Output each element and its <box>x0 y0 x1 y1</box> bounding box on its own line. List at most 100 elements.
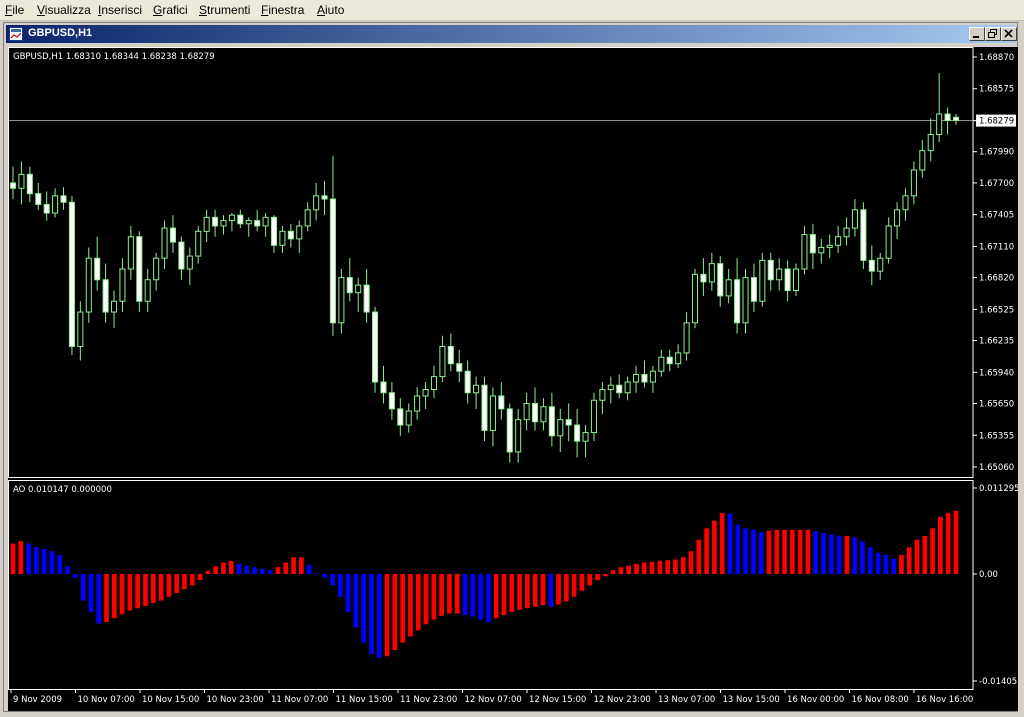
restore-button[interactable] <box>985 27 1001 41</box>
chart-canvas[interactable]: 1.68870 1.68575 1.68279 1.67990 1.67700 1.674… <box>8 47 1018 711</box>
candle-body <box>422 389 429 397</box>
candle-body <box>35 193 42 205</box>
price-axis-label: 1.65355 <box>979 431 1014 441</box>
ao-bar <box>408 573 413 637</box>
title-bar[interactable]: GBPUSD,H1 <box>6 25 1017 43</box>
ao-bar <box>758 532 764 574</box>
candle-body <box>102 279 109 313</box>
menu-item-inserisci[interactable]: Inserisci <box>98 3 142 17</box>
candle-body <box>447 345 454 365</box>
menu-label: iuto <box>325 3 345 17</box>
candle-body <box>708 263 715 283</box>
menu-item-visualizza[interactable]: Visualizza <box>37 3 91 17</box>
menu-item-strumenti[interactable]: Strumenti <box>199 3 250 17</box>
minimize-button[interactable] <box>969 27 985 41</box>
ao-bar <box>852 537 858 574</box>
ao-bar <box>540 573 546 606</box>
ao-axis-label: 0.00 <box>979 570 998 580</box>
candle-body <box>279 230 286 246</box>
candle-body <box>456 363 463 372</box>
ao-bar <box>766 530 772 574</box>
candle-body <box>649 370 656 383</box>
menu-item-file[interactable]: File <box>5 3 24 17</box>
candle-body <box>85 257 92 313</box>
ao-axis-label: 0.011295 <box>979 484 1018 494</box>
ao-bar <box>205 570 211 574</box>
chart-area[interactable]: 1.68870 1.68575 1.68279 1.67990 1.67700 1.674… <box>8 47 1018 711</box>
ao-bar <box>867 547 873 574</box>
time-axis-label: 12 Nov 07:00 <box>465 695 522 705</box>
candle-body <box>616 384 623 394</box>
ao-bar <box>275 567 281 574</box>
ao-bar <box>532 573 538 607</box>
ao-bar <box>891 558 896 574</box>
ao-bar <box>400 573 406 643</box>
menu-item-aiuto[interactable]: Aiuto <box>317 3 344 17</box>
ao-bar <box>174 573 179 594</box>
candle-body <box>220 220 227 227</box>
ao-bar <box>836 535 842 574</box>
time-axis-label: 11 Nov 07:00 <box>271 695 328 705</box>
candle-body <box>304 209 311 227</box>
ao-bar <box>135 573 141 609</box>
candle-body <box>262 216 269 227</box>
menu-bar: File Visualizza Inserisci Grafici Strumenti F… <box>0 0 1024 21</box>
candle-body <box>860 209 867 261</box>
candle-body <box>557 419 564 437</box>
ao-bar <box>306 564 312 574</box>
candle-body <box>245 220 252 225</box>
ao-bar <box>595 573 600 581</box>
ao-bar <box>525 573 530 609</box>
candle-body <box>784 268 791 292</box>
ao-bar <box>945 513 951 574</box>
menu-mnemonic: V <box>37 3 45 17</box>
ao-bar <box>938 516 943 574</box>
candle-body <box>178 241 185 270</box>
candle-body <box>877 257 884 272</box>
candle-body <box>489 395 496 431</box>
ao-bar <box>493 573 499 619</box>
candle-body <box>641 373 648 383</box>
price-axis-label: 1.66820 <box>979 274 1014 284</box>
candle-body <box>750 277 757 302</box>
candle-body <box>675 352 682 365</box>
candle-body <box>700 273 707 283</box>
ao-bar <box>478 573 483 620</box>
time-axis-label: 12 Nov 23:00 <box>594 695 651 705</box>
current-price-label: 1.68279 <box>979 117 1014 127</box>
candle-body <box>372 311 379 383</box>
ao-bar <box>41 548 47 574</box>
candle-body <box>18 173 25 189</box>
ao-bar <box>696 539 702 574</box>
ao-bar <box>228 561 234 574</box>
ao-bar <box>337 573 343 597</box>
price-axis-label: 1.67990 <box>979 148 1014 158</box>
price-axis-label: 1.65940 <box>979 368 1014 378</box>
ao-bar <box>80 573 86 601</box>
candle-body <box>624 381 631 394</box>
menu-item-grafici[interactable]: Grafici <box>153 3 188 17</box>
ao-bar <box>213 566 218 574</box>
candle-body <box>153 257 160 281</box>
candle-body <box>531 403 539 423</box>
menu-label: rafici <box>162 3 188 17</box>
candle-body <box>919 150 926 171</box>
candle-body <box>801 234 808 270</box>
price-axis-label: 1.65650 <box>979 400 1014 410</box>
menu-item-finestra[interactable]: Finestra <box>261 3 304 17</box>
candle-body <box>725 279 732 297</box>
candle-body <box>809 234 816 254</box>
ao-bar <box>860 541 865 574</box>
price-info-label: GBPUSD,H1 1.68310 1.68344 1.68238 1.6827… <box>13 52 215 62</box>
ao-bar <box>626 565 632 574</box>
candle-body <box>666 356 673 365</box>
ao-bar <box>883 554 889 574</box>
ao-bar <box>914 539 920 574</box>
ao-bar <box>922 535 928 574</box>
ao-bar <box>634 564 639 574</box>
ao-bar <box>680 557 686 574</box>
ao-bar <box>486 573 491 622</box>
close-button[interactable] <box>1001 27 1017 41</box>
ao-bar <box>906 547 912 574</box>
ao-bar <box>782 529 787 574</box>
